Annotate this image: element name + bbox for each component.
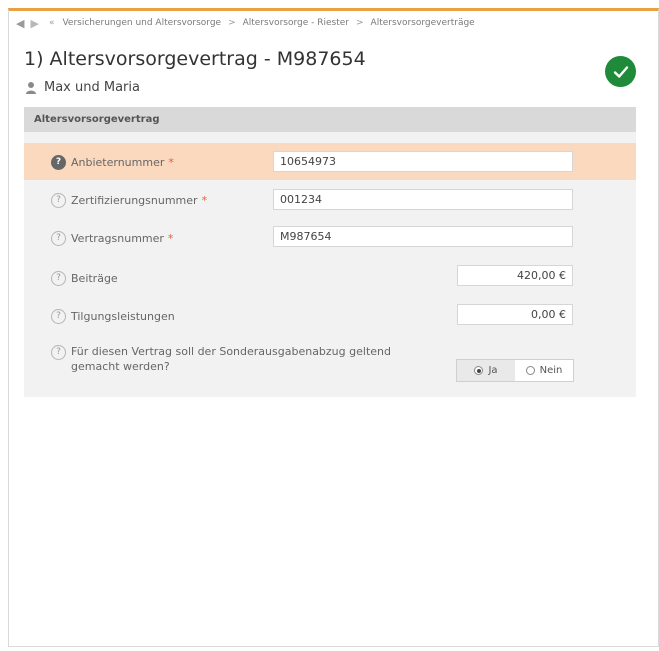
row-tilgungsleistungen: ? Tilgungsleistungen [24, 296, 636, 333]
field-label-beitraege: ? Beiträge [51, 271, 118, 286]
required-marker: * [168, 156, 174, 169]
radio-empty-icon [525, 366, 535, 375]
field-label-anbieternummer: ? Anbieternummer * [51, 155, 174, 170]
zertifizierungsnummer-input[interactable] [273, 189, 573, 210]
breadcrumb-item-riester[interactable]: Altersvorsorge - Riester [243, 18, 349, 28]
breadcrumb-separator: > [355, 18, 364, 28]
radio-label-ja: Ja [488, 365, 498, 376]
radio-option-ja[interactable]: Ja [457, 360, 515, 381]
row-anbieternummer: ? Anbieternummer * [24, 143, 636, 180]
row-beitraege: ? Beiträge [24, 258, 636, 295]
help-icon[interactable]: ? [51, 345, 66, 360]
arrow-right-icon[interactable]: ▶︎ [30, 17, 38, 30]
row-zertifizierungsnummer: ? Zertifizierungsnummer * [24, 181, 636, 218]
help-icon[interactable]: ? [51, 309, 66, 324]
person-line: Max und Maria [24, 80, 140, 95]
beitraege-input[interactable] [457, 265, 573, 286]
vertragsnummer-input[interactable] [273, 226, 573, 247]
person-name: Max und Maria [44, 80, 140, 95]
field-label-vertragsnummer: ? Vertragsnummer * [51, 231, 173, 246]
check-circle-icon [605, 56, 636, 87]
breadcrumb-item-vertraege[interactable]: Altersvorsorgeverträge [371, 18, 475, 28]
arrow-left-icon[interactable]: ◀︎ [16, 17, 24, 30]
help-icon[interactable]: ? [51, 231, 66, 246]
help-icon[interactable]: ? [51, 271, 66, 286]
breadcrumb-home[interactable]: « [49, 18, 55, 28]
page-title: 1) Altersvorsorgevertrag - M987654 [24, 48, 366, 70]
label-text: Beiträge [71, 272, 118, 285]
radio-selected-icon [474, 366, 484, 375]
breadcrumb-separator: > [228, 18, 236, 28]
sonderausgabenabzug-radio-group: Ja Nein [456, 359, 574, 382]
tilgungsleistungen-input[interactable] [457, 304, 573, 325]
form-panel: Altersvorsorgevertrag ? Anbieternummer *… [24, 107, 636, 397]
navigation-bar: ◀︎ ▶︎ « Versicherungen und Altersvorsorg… [16, 14, 475, 32]
anbieternummer-input[interactable] [273, 151, 573, 172]
label-text: Tilgungsleistungen [71, 310, 175, 323]
section-header: Altersvorsorgevertrag [24, 107, 636, 132]
row-vertragsnummer: ? Vertragsnummer * [24, 219, 636, 256]
radio-option-nein[interactable]: Nein [515, 360, 573, 381]
row-sonderausgabenabzug: ? Für diesen Vertrag soll der Sonderausg… [24, 344, 636, 388]
field-label-tilgungsleistungen: ? Tilgungsleistungen [51, 309, 175, 324]
radio-label-nein: Nein [539, 365, 563, 376]
label-text: Anbieternummer [71, 156, 165, 169]
help-icon[interactable]: ? [51, 155, 66, 170]
label-text: Für diesen Vertrag soll der Sonderausgab… [71, 345, 391, 373]
label-text: Vertragsnummer [71, 232, 164, 245]
label-text: Zertifizierungsnummer [71, 194, 198, 207]
person-icon [26, 81, 36, 94]
required-marker: * [167, 232, 174, 245]
field-label-sonderausgabenabzug: ? Für diesen Vertrag soll der Sonderausg… [51, 344, 431, 374]
field-label-zertifizierungsnummer: ? Zertifizierungsnummer * [51, 193, 207, 208]
required-marker: * [201, 194, 208, 207]
help-icon[interactable]: ? [51, 193, 66, 208]
breadcrumb-item-versicherungen[interactable]: Versicherungen und Altersvorsorge [62, 18, 221, 28]
